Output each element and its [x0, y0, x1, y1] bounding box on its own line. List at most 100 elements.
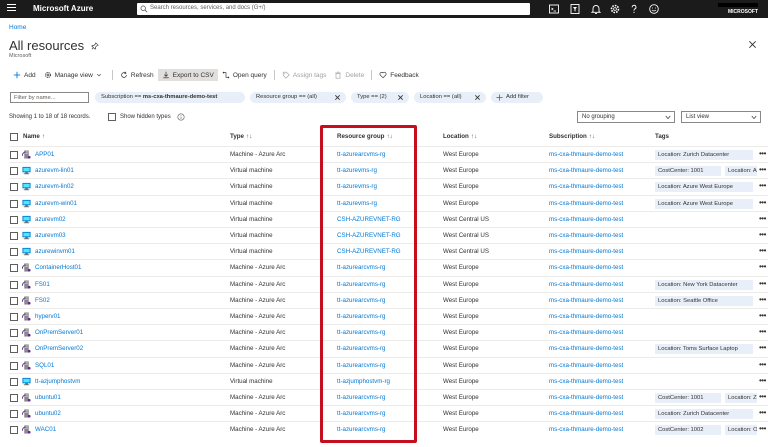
type-filter-pill[interactable]: Type == (2)	[351, 92, 409, 103]
assign-tags-button[interactable]: Assign tags	[278, 69, 331, 81]
resource-name-link[interactable]: ubuntu02	[35, 410, 61, 417]
row-more-options-icon[interactable]: •••	[759, 295, 766, 304]
row-checkbox[interactable]	[10, 248, 18, 257]
subscription-link[interactable]: ms-cxa-thmaure-demo-test	[549, 200, 623, 207]
help-icon[interactable]	[628, 3, 640, 15]
table-row[interactable]: SQL01 Machine - Azure Arc tt-azurearcvms-r…	[9, 356, 768, 373]
row-more-options-icon[interactable]: •••	[759, 343, 766, 352]
row-checkbox[interactable]	[10, 280, 18, 289]
resource-name-link[interactable]: OnPremServer01	[35, 329, 83, 336]
add-filter-button[interactable]: Add filter	[491, 92, 543, 103]
resource-group-link[interactable]: CSH-AZUREVNET-RG	[337, 248, 401, 255]
table-row[interactable]: ubuntu02 Machine - Azure Arc tt-azurearcvm…	[9, 405, 768, 421]
resource-group-link[interactable]: tt-azurearcvms-rg	[337, 345, 385, 352]
subscription-filter-pill[interactable]: Subscription == ms-cxa-thmaure-demo-test	[95, 92, 245, 103]
row-checkbox[interactable]	[10, 296, 18, 305]
row-checkbox[interactable]	[10, 264, 18, 273]
row-more-options-icon[interactable]: •••	[759, 181, 766, 190]
resource-name-link[interactable]: azurevm02	[35, 216, 66, 223]
row-checkbox[interactable]	[10, 313, 18, 321]
subscription-link[interactable]: ms-cxa-thmaure-demo-test	[549, 151, 623, 158]
row-more-options-icon[interactable]: •••	[759, 327, 766, 336]
resource-name-link[interactable]: WAC01	[35, 426, 56, 433]
open-query-button[interactable]: Open query	[218, 69, 271, 81]
remove-filter-icon[interactable]	[474, 94, 481, 101]
resource-name-link[interactable]: ubuntu01	[35, 394, 61, 401]
row-more-options-icon[interactable]: •••	[759, 392, 766, 401]
refresh-button[interactable]: Refresh	[116, 69, 158, 81]
show-hidden-types-label[interactable]: Show hidden types	[120, 114, 171, 120]
subscription-link[interactable]: ms-cxa-thmaure-demo-test	[549, 426, 623, 433]
resource-group-link[interactable]: tt-azurearcvms-rg	[337, 297, 385, 304]
add-button[interactable]: Add	[9, 69, 40, 81]
info-icon[interactable]	[177, 113, 185, 121]
table-row[interactable]: APP01 Machine - Azure Arc tt-azurearcvms-r…	[9, 146, 768, 162]
pin-icon[interactable]	[91, 42, 99, 50]
subscription-link[interactable]: ms-cxa-thmaure-demo-test	[549, 183, 623, 190]
row-more-options-icon[interactable]: •••	[759, 408, 766, 417]
close-icon[interactable]	[748, 40, 757, 49]
row-more-options-icon[interactable]: •••	[759, 360, 766, 369]
table-row[interactable]: azurewinvm01 Virtual machine CSH-AZUREVNET…	[9, 243, 768, 259]
resource-group-link[interactable]: tt-azurearcvms-rg	[337, 151, 385, 158]
row-more-options-icon[interactable]: •••	[759, 198, 766, 207]
subscription-link[interactable]: ms-cxa-thmaure-demo-test	[549, 410, 623, 417]
resource-group-link[interactable]: tt-azurevms-rg	[337, 183, 377, 190]
cloud-shell-icon[interactable]	[548, 3, 560, 15]
subscription-link[interactable]: ms-cxa-thmaure-demo-test	[549, 345, 623, 352]
table-row[interactable]: hyperv01 Machine - Azure Arc tt-azurearcvm…	[9, 308, 768, 324]
resource-group-link[interactable]: tt-azurevms-rg	[337, 167, 377, 174]
location-filter-pill[interactable]: Location == (all)	[414, 92, 486, 103]
resource-name-link[interactable]: azurevm-win01	[35, 200, 77, 207]
global-search-input[interactable]: Search resources, services, and docs (G+…	[137, 3, 530, 15]
remove-filter-icon[interactable]	[334, 94, 341, 101]
subscription-link[interactable]: ms-cxa-thmaure-demo-test	[549, 394, 623, 401]
resource-name-link[interactable]: APP01	[35, 151, 54, 158]
resource-name-link[interactable]: azurevm03	[35, 232, 66, 239]
select-all-checkbox[interactable]	[10, 133, 18, 141]
table-row[interactable]: azurevm02 Virtual machine CSH-AZUREVNET-RG…	[9, 210, 768, 227]
column-header-location[interactable]: Location ↑↓	[443, 133, 477, 140]
resource-group-link[interactable]: tt-azurearcvms-rg	[337, 426, 385, 433]
resource-name-link[interactable]: FS01	[35, 281, 50, 288]
brand-title[interactable]: Microsoft Azure	[33, 4, 93, 13]
filter-by-name-input[interactable]: Filter by name...	[10, 92, 89, 103]
resource-group-link[interactable]: tt-azurearcvms-rg	[337, 313, 385, 320]
resource-name-link[interactable]: SQL01	[35, 362, 54, 369]
row-checkbox[interactable]	[10, 151, 18, 159]
resource-group-link[interactable]: tt-azurearcvms-rg	[337, 394, 385, 401]
row-more-options-icon[interactable]: •••	[759, 424, 766, 433]
resource-group-link[interactable]: tt-azurevms-rg	[337, 200, 377, 207]
row-more-options-icon[interactable]: •••	[759, 149, 766, 158]
subscription-link[interactable]: ms-cxa-thmaure-demo-test	[549, 167, 623, 174]
row-checkbox[interactable]	[10, 345, 18, 354]
resource-name-link[interactable]: FS02	[35, 297, 50, 304]
row-checkbox[interactable]	[10, 199, 18, 208]
account-menu[interactable]: MICROSOFT	[710, 3, 758, 15]
row-checkbox[interactable]	[10, 215, 18, 224]
column-header-resource-group[interactable]: Resource group ↑↓	[337, 133, 393, 140]
table-row[interactable]: ubuntu01 Machine - Azure Arc tt-azurearcvm…	[9, 389, 768, 405]
row-more-options-icon[interactable]: •••	[759, 376, 766, 385]
row-more-options-icon[interactable]: •••	[759, 246, 766, 255]
row-checkbox[interactable]	[10, 410, 18, 419]
row-more-options-icon[interactable]: •••	[759, 230, 766, 239]
row-checkbox[interactable]	[10, 377, 18, 386]
subscription-link[interactable]: ms-cxa-thmaure-demo-test	[549, 281, 623, 288]
table-row[interactable]: OnPremServer02 Machine - Azure Arc tt-azur…	[9, 340, 768, 356]
subscription-link[interactable]: ms-cxa-thmaure-demo-test	[549, 264, 623, 271]
hamburger-menu-icon[interactable]	[7, 4, 16, 13]
subscription-link[interactable]: ms-cxa-thmaure-demo-test	[549, 297, 623, 304]
manage-view-button[interactable]: Manage view	[40, 69, 109, 81]
directory-filter-icon[interactable]	[569, 3, 581, 15]
table-row[interactable]: azurevm-win01 Virtual machine tt-azurevms-…	[9, 194, 768, 211]
row-more-options-icon[interactable]: •••	[759, 311, 766, 320]
resource-group-link[interactable]: tt-azurearcvms-rg	[337, 329, 385, 336]
breadcrumb-home[interactable]: Home	[9, 24, 26, 31]
settings-gear-icon[interactable]	[609, 3, 621, 15]
table-row[interactable]: FS01 Machine - Azure Arc tt-azurearcvms-rg…	[9, 275, 768, 292]
table-row[interactable]: tt-azjumphostvm Virtual machine tt-azjumph…	[9, 372, 768, 389]
table-row[interactable]: WAC01 Machine - Azure Arc tt-azurearcvms-r…	[9, 421, 768, 437]
row-more-options-icon[interactable]: •••	[759, 262, 766, 271]
subscription-link[interactable]: ms-cxa-thmaure-demo-test	[549, 313, 623, 320]
